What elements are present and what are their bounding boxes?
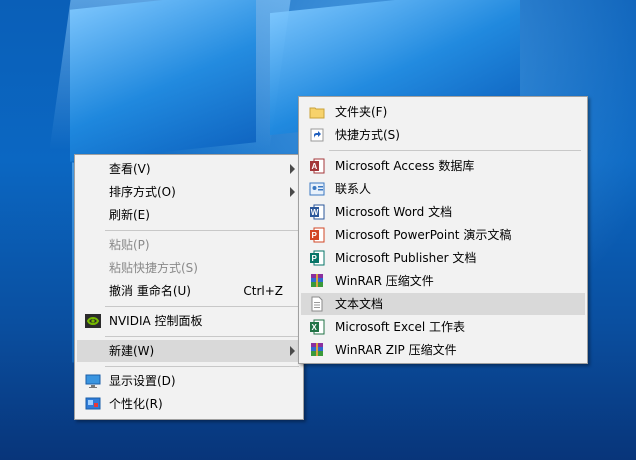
chevron-right-icon <box>290 187 295 197</box>
svg-text:P: P <box>312 254 318 263</box>
menu-item-nvidia-control-panel[interactable]: NVIDIA 控制面板 <box>77 310 301 332</box>
submenu-item-powerpoint-presentation[interactable]: P Microsoft PowerPoint 演示文稿 <box>301 224 585 246</box>
desktop-context-menu: 查看(V) 排序方式(O) 刷新(E) 粘贴(P) 粘贴快捷方式(S) 撤消 重… <box>74 154 304 420</box>
shortcut-icon <box>309 127 325 143</box>
menu-item-view[interactable]: 查看(V) <box>77 158 301 180</box>
powerpoint-icon: P <box>309 227 325 243</box>
menu-item-label: 个性化(R) <box>109 397 163 411</box>
submenu-item-label: 文本文档 <box>335 297 384 311</box>
windows-logo-pane-top-left <box>70 0 256 162</box>
menu-item-new[interactable]: 新建(W) <box>77 340 301 362</box>
submenu-item-label: WinRAR ZIP 压缩文件 <box>335 343 457 357</box>
submenu-item-label: 联系人 <box>335 182 372 196</box>
submenu-item-label: 快捷方式(S) <box>335 128 400 142</box>
new-submenu: 文件夹(F) 快捷方式(S) A Microsoft Access 数据库 联系… <box>298 96 588 364</box>
submenu-item-winrar-zip-archive[interactable]: WinRAR ZIP 压缩文件 <box>301 339 585 361</box>
menu-separator <box>105 306 299 307</box>
submenu-item-label: Microsoft PowerPoint 演示文稿 <box>335 228 512 242</box>
menu-item-label: 新建(W) <box>109 344 155 358</box>
text-document-icon <box>309 296 325 312</box>
submenu-item-word-document[interactable]: W Microsoft Word 文档 <box>301 201 585 223</box>
submenu-item-label: Microsoft Access 数据库 <box>335 159 475 173</box>
display-icon <box>85 373 101 389</box>
svg-text:X: X <box>312 323 318 332</box>
svg-text:W: W <box>311 208 319 217</box>
menu-item-refresh[interactable]: 刷新(E) <box>77 204 301 226</box>
menu-item-paste-shortcut[interactable]: 粘贴快捷方式(S) <box>77 257 301 279</box>
chevron-right-icon <box>290 164 295 174</box>
submenu-item-publisher-document[interactable]: P Microsoft Publisher 文档 <box>301 247 585 269</box>
winrar-icon <box>309 273 325 289</box>
access-icon: A <box>309 158 325 174</box>
menu-item-label: 查看(V) <box>109 162 151 176</box>
contact-icon <box>309 181 325 197</box>
personalize-icon <box>85 396 101 412</box>
submenu-item-contact[interactable]: 联系人 <box>301 178 585 200</box>
menu-item-display-settings[interactable]: 显示设置(D) <box>77 370 301 392</box>
menu-separator <box>105 230 299 231</box>
nvidia-icon <box>85 313 101 329</box>
menu-item-label: 显示设置(D) <box>109 374 176 388</box>
submenu-item-label: Microsoft Word 文档 <box>335 205 453 219</box>
publisher-icon: P <box>309 250 325 266</box>
submenu-item-label: Microsoft Publisher 文档 <box>335 251 477 265</box>
submenu-item-folder[interactable]: 文件夹(F) <box>301 101 585 123</box>
chevron-right-icon <box>290 346 295 356</box>
word-icon: W <box>309 204 325 220</box>
submenu-item-access-database[interactable]: A Microsoft Access 数据库 <box>301 155 585 177</box>
menu-item-paste[interactable]: 粘贴(P) <box>77 234 301 256</box>
menu-item-label: 粘贴(P) <box>109 238 150 252</box>
menu-item-label: 撤消 重命名(U) <box>109 284 191 298</box>
menu-item-personalize[interactable]: 个性化(R) <box>77 393 301 415</box>
svg-text:A: A <box>312 162 318 171</box>
excel-icon: X <box>309 319 325 335</box>
menu-item-label: 排序方式(O) <box>109 185 176 199</box>
menu-item-label: 粘贴快捷方式(S) <box>109 261 198 275</box>
menu-item-shortcut: Ctrl+Z <box>243 284 283 298</box>
menu-item-undo-rename[interactable]: 撤消 重命名(U) Ctrl+Z <box>77 280 301 302</box>
submenu-item-label: WinRAR 压缩文件 <box>335 274 434 288</box>
menu-separator <box>105 366 299 367</box>
submenu-item-excel-worksheet[interactable]: X Microsoft Excel 工作表 <box>301 316 585 338</box>
submenu-item-text-document[interactable]: 文本文档 <box>301 293 585 315</box>
submenu-item-winrar-archive[interactable]: WinRAR 压缩文件 <box>301 270 585 292</box>
svg-text:P: P <box>312 231 318 240</box>
menu-item-label: 刷新(E) <box>109 208 150 222</box>
menu-item-sort-by[interactable]: 排序方式(O) <box>77 181 301 203</box>
submenu-item-label: 文件夹(F) <box>335 105 388 119</box>
winrar-zip-icon <box>309 342 325 358</box>
menu-separator <box>329 150 581 151</box>
menu-separator <box>105 336 299 337</box>
folder-icon <box>309 104 325 120</box>
submenu-item-label: Microsoft Excel 工作表 <box>335 320 466 334</box>
menu-item-label: NVIDIA 控制面板 <box>109 314 203 328</box>
submenu-item-shortcut[interactable]: 快捷方式(S) <box>301 124 585 146</box>
